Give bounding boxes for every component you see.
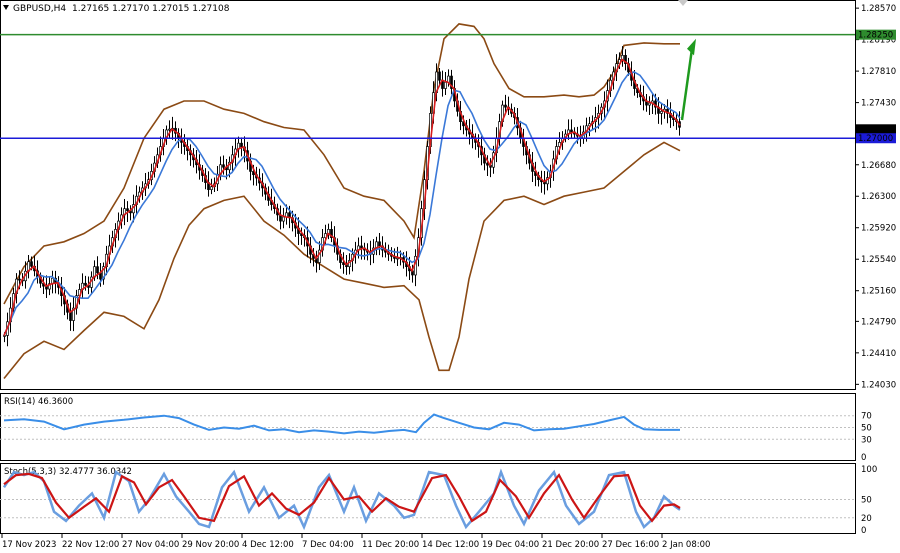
time-tick-label: 4 Dec 12:00	[242, 540, 294, 550]
time-tick-label: 22 Nov 12:00	[62, 540, 119, 550]
candle-body	[30, 261, 33, 267]
price-axis: 1.285701.281901.278101.274301.270501.266…	[855, 4, 896, 390]
candle-body	[447, 75, 450, 83]
symbol-title: GBPUSD,H4	[13, 4, 66, 14]
price-tick-label: 1.25160	[861, 287, 896, 297]
candle-body	[360, 245, 363, 249]
candle-body	[69, 311, 72, 321]
resistance-price-tag-text: 1.28250	[858, 31, 893, 41]
candle-body	[222, 164, 225, 168]
time-tick-label: 21 Dec 20:00	[542, 540, 599, 550]
candle-body	[126, 208, 129, 212]
stoch-tick-label: 20	[861, 514, 872, 524]
time-tick-label: 14 Dec 12:00	[422, 540, 479, 550]
candle-body	[84, 282, 87, 286]
price-tick-label: 1.26300	[861, 192, 896, 202]
rsi-label: RSI(14) 46.3600	[4, 397, 73, 407]
time-tick-label: 27 Nov 04:00	[122, 540, 179, 550]
support-price-tag-text: 1.27000	[858, 134, 893, 144]
candle-body	[282, 216, 285, 222]
resistance-price-tag: 1.28250	[856, 29, 896, 41]
time-tick-label: 17 Nov 2023	[2, 540, 56, 550]
price-tick-label: 1.24790	[861, 317, 896, 327]
candle-body	[444, 81, 447, 89]
candle-body	[504, 104, 507, 108]
stoch-tick-label: 0	[861, 526, 866, 536]
time-tick-label: 27 Dec 16:00	[602, 540, 659, 550]
support-price-tag: 1.27000	[856, 133, 896, 144]
chart-canvas: GBPUSD,H4 1.27165 1.27170 1.27015 1.2710…	[0, 0, 896, 550]
price-tick-label: 1.25920	[861, 224, 896, 234]
price-tick-label: 1.27810	[861, 67, 896, 77]
stoch-tick-label: 50	[861, 496, 872, 506]
price-tick-label: 1.24410	[861, 349, 896, 359]
candle-body	[240, 142, 243, 148]
candle-body	[378, 241, 381, 247]
candle-body	[660, 110, 663, 114]
stoch-tick-label: 100	[861, 465, 877, 475]
rsi-tick-label: 70	[861, 412, 872, 422]
time-tick-label: 2 Jan 08:00	[662, 540, 710, 550]
time-tick-label: 7 Dec 04:00	[302, 540, 354, 550]
candle-body	[18, 278, 21, 281]
candle-body	[570, 129, 573, 133]
price-tick-label: 1.24030	[861, 380, 896, 390]
candle-body	[648, 102, 651, 106]
candle-body	[210, 186, 213, 190]
candle-body	[438, 71, 441, 81]
price-tick-label: 1.26680	[861, 161, 896, 171]
time-tick-label: 19 Dec 04:00	[482, 540, 539, 550]
time-tick-label: 11 Dec 20:00	[362, 540, 419, 550]
price-tick-label: 1.28570	[861, 4, 896, 14]
rsi-tick-label: 0	[861, 453, 866, 463]
rsi-tick-label: 50	[861, 424, 872, 434]
time-axis: 17 Nov 2023 22 Nov 12:00 27 Nov 04:00 29 No…	[1, 534, 710, 550]
price-tick-label: 1.27430	[861, 99, 896, 109]
ohlc-readout: 1.27165 1.27170 1.27015 1.27108	[72, 4, 230, 14]
time-tick-label: 29 Nov 20:00	[182, 540, 239, 550]
candle-body	[96, 266, 99, 274]
price-tick-label: 1.25540	[861, 255, 896, 265]
candle-body	[168, 128, 171, 131]
rsi-tick-label: 30	[861, 435, 872, 445]
